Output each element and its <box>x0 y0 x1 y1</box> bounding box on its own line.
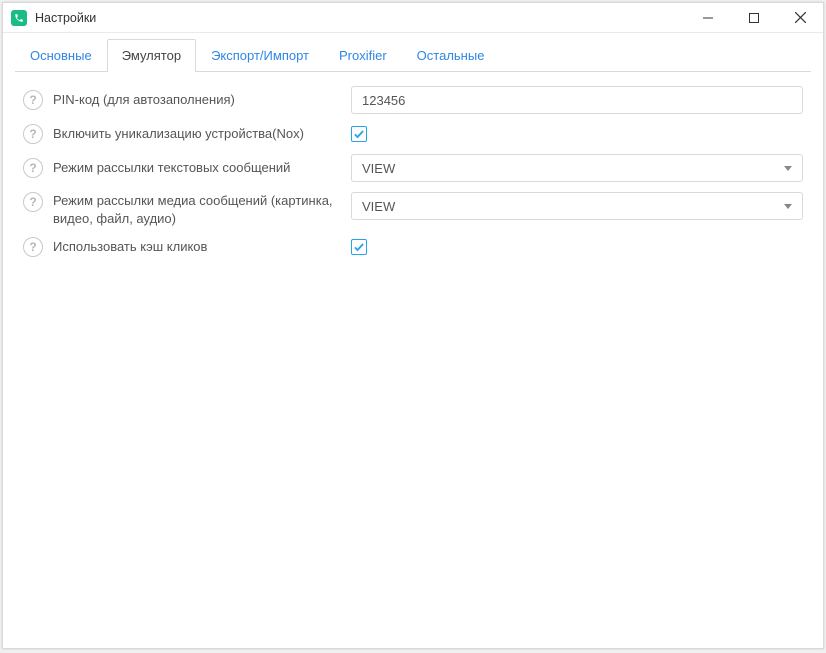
app-icon <box>11 10 27 26</box>
tab-export-import[interactable]: Экспорт/Импорт <box>196 39 324 72</box>
help-icon[interactable]: ? <box>23 124 43 144</box>
label-text-mode: Режим рассылки текстовых сообщений <box>53 159 351 177</box>
minimize-icon <box>703 13 713 23</box>
settings-window: Настройки Основные Эмулятор Экспорт/Импо… <box>2 2 824 649</box>
media-mode-select[interactable]: VIEW <box>351 192 803 220</box>
help-icon[interactable]: ? <box>23 192 43 212</box>
row-pin: ? PIN-код (для автозаполнения) <box>23 86 803 114</box>
row-unique-device: ? Включить уникализацию устройства(Nox) <box>23 124 803 144</box>
tab-main[interactable]: Основные <box>15 39 107 72</box>
label-click-cache: Использовать кэш кликов <box>53 238 351 256</box>
row-media-mode: ? Режим рассылки медиа сообщений (картин… <box>23 192 803 227</box>
label-pin: PIN-код (для автозаполнения) <box>53 91 351 109</box>
check-icon <box>353 241 365 253</box>
row-click-cache: ? Использовать кэш кликов <box>23 237 803 257</box>
label-media-mode: Режим рассылки медиа сообщений (картинка… <box>53 192 351 227</box>
row-text-mode: ? Режим рассылки текстовых сообщений VIE… <box>23 154 803 182</box>
chevron-down-icon <box>784 166 792 171</box>
pin-input[interactable] <box>351 86 803 114</box>
window-title: Настройки <box>35 11 96 25</box>
click-cache-checkbox[interactable] <box>351 239 367 255</box>
titlebar: Настройки <box>3 3 823 33</box>
help-icon[interactable]: ? <box>23 158 43 178</box>
media-mode-value: VIEW <box>362 199 395 214</box>
tab-bar: Основные Эмулятор Экспорт/Импорт Proxifi… <box>3 33 823 71</box>
help-icon[interactable]: ? <box>23 90 43 110</box>
tab-emulator[interactable]: Эмулятор <box>107 39 196 72</box>
help-icon[interactable]: ? <box>23 237 43 257</box>
close-icon <box>795 12 806 23</box>
label-unique-device: Включить уникализацию устройства(Nox) <box>53 125 351 143</box>
tab-proxifier[interactable]: Proxifier <box>324 39 402 72</box>
maximize-icon <box>749 13 759 23</box>
check-icon <box>353 128 365 140</box>
minimize-button[interactable] <box>685 3 731 33</box>
close-button[interactable] <box>777 3 823 33</box>
text-mode-select[interactable]: VIEW <box>351 154 803 182</box>
form-content: ? PIN-код (для автозаполнения) ? Включит… <box>3 72 823 648</box>
text-mode-value: VIEW <box>362 161 395 176</box>
chevron-down-icon <box>784 204 792 209</box>
tab-other[interactable]: Остальные <box>402 39 500 72</box>
unique-device-checkbox[interactable] <box>351 126 367 142</box>
maximize-button[interactable] <box>731 3 777 33</box>
